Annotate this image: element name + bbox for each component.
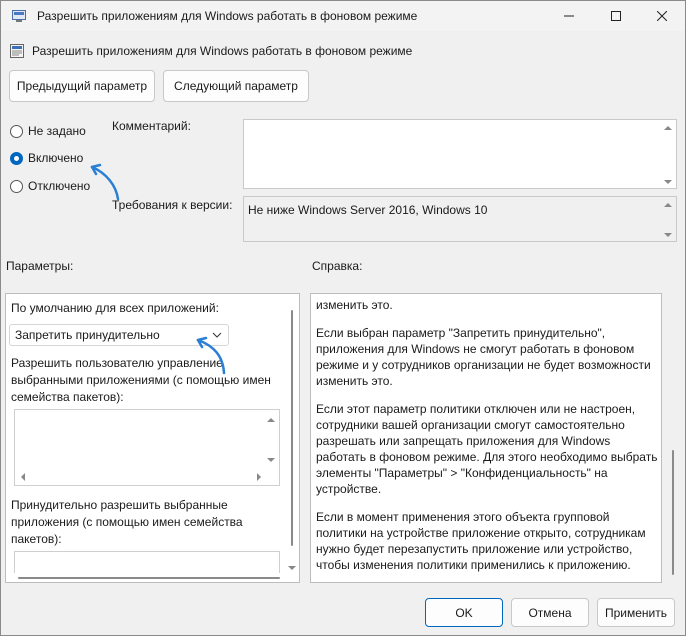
- default-apps-select-value: Запретить принудительно: [15, 328, 160, 342]
- help-vscroll-thumb[interactable]: [672, 450, 674, 575]
- minimize-button[interactable]: [546, 1, 592, 31]
- help-line: Если выбран параметр "Запретить принудит…: [316, 326, 606, 340]
- help-line: Если в момент применения этого объекта г…: [316, 510, 610, 524]
- policy-editor-icon: [12, 10, 26, 22]
- requirements-scrollbar[interactable]: [662, 197, 674, 241]
- scroll-right-icon[interactable]: [257, 473, 261, 481]
- force-allow-label-line-3: пакетов):: [11, 532, 62, 546]
- next-setting-button[interactable]: Следующий параметр: [163, 70, 309, 102]
- scroll-up-icon[interactable]: [664, 126, 672, 130]
- comment-label: Комментарий:: [112, 119, 191, 133]
- scroll-down-icon[interactable]: [664, 233, 672, 237]
- help-line: устройстве.: [316, 482, 382, 496]
- close-icon: [657, 11, 667, 21]
- window-title: Разрешить приложениям для Windows работа…: [37, 9, 418, 23]
- force-allow-label-line-2: приложения (с помощью имен семейства: [11, 515, 243, 529]
- maximize-button[interactable]: [593, 1, 639, 31]
- policy-name: Разрешить приложениям для Windows работа…: [32, 44, 413, 58]
- comment-scrollbar[interactable]: [662, 120, 674, 188]
- help-line: чтобы изменения политики применились к п…: [316, 558, 631, 572]
- cancel-button[interactable]: Отмена: [511, 598, 589, 627]
- force-allow-label-line-1: Принудительно разрешить выбранные: [11, 498, 228, 512]
- parameters-section-label: Параметры:: [6, 259, 74, 273]
- help-line: сотрудники вашей организации смогут само…: [316, 418, 625, 432]
- requirements-value: Не ниже Windows Server 2016, Windows 10: [248, 203, 488, 217]
- force-allow-listbox[interactable]: [14, 551, 280, 573]
- allow-user-listbox[interactable]: [14, 409, 280, 486]
- help-line: изменить это.: [316, 298, 393, 312]
- allow-user-label-line-3: семейства пакетов):: [11, 390, 124, 404]
- scroll-up-icon[interactable]: [267, 418, 275, 422]
- comment-textarea[interactable]: [243, 119, 677, 189]
- help-line: Если этот параметр политики отключен или…: [316, 402, 636, 416]
- radio-enabled[interactable]: [10, 152, 23, 165]
- apply-button[interactable]: Применить: [597, 598, 675, 627]
- scroll-left-icon[interactable]: [21, 473, 25, 481]
- close-button[interactable]: [639, 1, 685, 31]
- maximize-icon: [611, 11, 621, 21]
- policy-setting-icon: [10, 44, 24, 58]
- help-section-label: Справка:: [312, 259, 363, 273]
- scroll-down-icon[interactable]: [267, 458, 275, 462]
- annotation-arrow-select: [196, 336, 226, 375]
- parameters-hscroll-thumb[interactable]: [18, 577, 280, 579]
- help-line: разрешать или запрещать приложения для W…: [316, 434, 611, 448]
- scroll-up-icon[interactable]: [664, 203, 672, 207]
- annotation-arrow-enabled: [90, 163, 120, 201]
- radio-disabled[interactable]: [10, 180, 23, 193]
- requirements-field: Не ниже Windows Server 2016, Windows 10: [243, 196, 677, 242]
- radio-not-configured[interactable]: [10, 125, 23, 138]
- minimize-icon: [564, 15, 574, 17]
- default-apps-label: По умолчанию для всех приложений:: [11, 301, 219, 315]
- previous-setting-button[interactable]: Предыдущий параметр: [9, 70, 155, 102]
- parameters-vscroll-thumb[interactable]: [291, 310, 293, 546]
- radio-enabled-label[interactable]: Включено: [28, 151, 83, 165]
- help-line: работать в фоновом режиме. Для этого нео…: [316, 450, 658, 464]
- scroll-down-icon[interactable]: [288, 566, 296, 570]
- help-line: приложения для Windows не смогут работат…: [316, 342, 635, 356]
- ok-button[interactable]: OK: [425, 598, 503, 627]
- scroll-down-icon[interactable]: [664, 180, 672, 184]
- radio-not-configured-label[interactable]: Не задано: [28, 124, 86, 138]
- help-line: режиме и у сотрудников организации не бу…: [316, 358, 651, 372]
- help-line: нужно будет перезапустить приложение или…: [316, 542, 633, 556]
- requirements-label: Требования к версии:: [112, 198, 233, 212]
- help-line: элементы "Параметры" > "Конфиденциальнос…: [316, 466, 608, 480]
- help-line: политики на устройстве приложение открыт…: [316, 526, 646, 540]
- help-line: изменить это.: [316, 374, 393, 388]
